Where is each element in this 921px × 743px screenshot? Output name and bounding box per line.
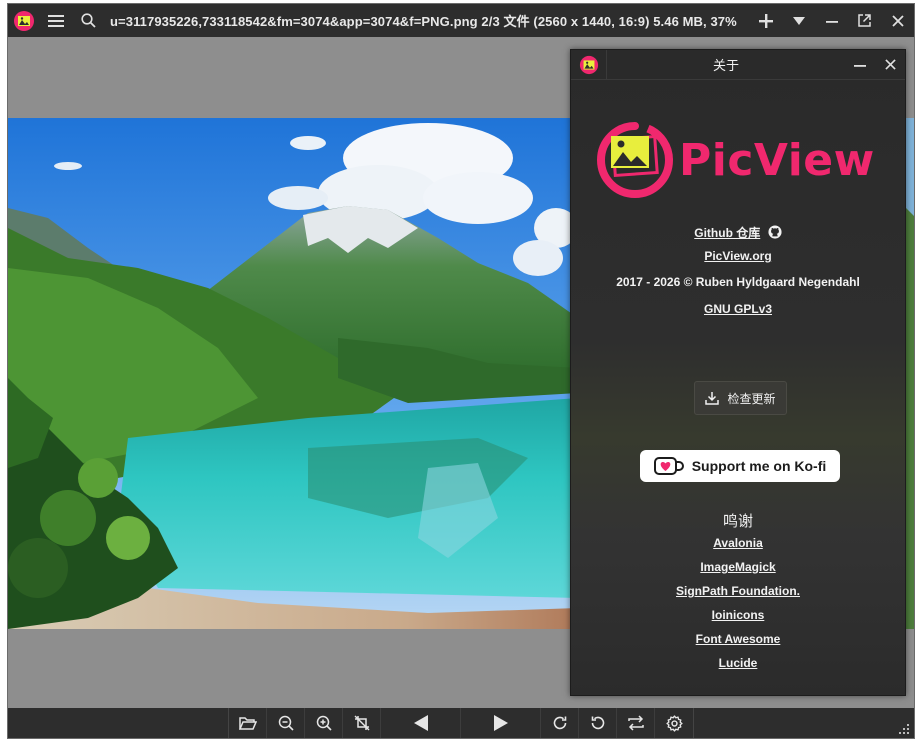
resize-grip-icon[interactable] xyxy=(898,723,910,735)
minimize-icon xyxy=(854,64,866,67)
rotate-left-icon xyxy=(591,716,604,730)
website-link[interactable]: PicView.org xyxy=(704,249,771,263)
kofi-button[interactable]: Support me on Ko-fi xyxy=(640,450,840,482)
app-logo-button[interactable] xyxy=(8,4,40,37)
github-link[interactable]: Github 仓库 xyxy=(694,226,760,240)
license-link-row: GNU GPLv3 xyxy=(571,300,905,318)
search-button[interactable] xyxy=(72,4,104,37)
about-close-button[interactable] xyxy=(875,50,905,80)
next-image-button[interactable] xyxy=(461,708,541,738)
rotate-right-icon xyxy=(553,716,566,730)
previous-arrow-icon xyxy=(413,715,428,731)
credit-row: Font Awesome xyxy=(571,630,905,648)
github-link-row: Github 仓库 xyxy=(571,224,905,242)
credit-row: SignPath Foundation. xyxy=(571,582,905,600)
credit-link-lucide[interactable]: Lucide xyxy=(719,656,758,670)
new-window-button[interactable] xyxy=(749,4,782,37)
credit-link-signpath[interactable]: SignPath Foundation. xyxy=(676,584,800,598)
menu-button[interactable] xyxy=(40,4,72,37)
rotate-right-button[interactable] xyxy=(541,708,579,738)
zoom-in-icon xyxy=(316,715,332,731)
zoom-out-icon xyxy=(278,715,294,731)
close-icon xyxy=(884,59,896,70)
app-logo-icon xyxy=(579,55,598,74)
crop-button[interactable] xyxy=(343,708,381,738)
dropdown-button[interactable] xyxy=(782,4,815,37)
credit-row: Lucide xyxy=(571,654,905,672)
kofi-cup-icon xyxy=(653,457,684,475)
about-minimize-button[interactable] xyxy=(845,50,875,80)
logo-text: PicView xyxy=(679,134,875,186)
previous-image-button[interactable] xyxy=(381,708,461,738)
thanks-title: 鸣谢 xyxy=(722,513,753,530)
copyright-text: 2017 - 2026 © Ruben Hyldgaard Negendahl xyxy=(616,275,860,289)
credit-link-imagemagick[interactable]: ImageMagick xyxy=(700,560,775,574)
flip-button[interactable] xyxy=(617,708,655,738)
credit-link-font-awesome[interactable]: Font Awesome xyxy=(696,632,781,646)
about-dialog: 关于 PicView Github 仓库 PicView.org 2017 - … xyxy=(570,49,906,696)
crop-off-icon xyxy=(354,715,369,731)
title-bar: u=3117935226,733118542&fm=3074&app=3074&… xyxy=(8,4,914,37)
settings-button[interactable] xyxy=(655,708,693,738)
about-dialog-header: 关于 xyxy=(571,49,905,80)
toolbar-group xyxy=(228,708,694,738)
bottom-toolbar xyxy=(8,708,914,738)
fullscreen-button[interactable] xyxy=(848,4,881,37)
flip-icon xyxy=(627,715,644,731)
folder-open-icon xyxy=(238,716,257,730)
minimize-button[interactable] xyxy=(815,4,848,37)
next-arrow-icon xyxy=(493,715,508,731)
dialog-app-icon xyxy=(571,49,607,80)
close-icon xyxy=(891,14,904,27)
kofi-label: Support me on Ko-fi xyxy=(691,458,827,474)
gear-icon xyxy=(665,714,683,732)
app-logo-icon xyxy=(597,122,673,198)
zoom-out-button[interactable] xyxy=(267,708,305,738)
plus-icon xyxy=(758,13,773,28)
menu-icon xyxy=(48,14,64,27)
close-button[interactable] xyxy=(881,4,914,37)
github-icon[interactable] xyxy=(768,225,782,239)
minimize-icon xyxy=(825,20,838,23)
picview-window: u=3117935226,733118542&fm=3074&app=3074&… xyxy=(7,3,915,739)
window-title: u=3117935226,733118542&fm=3074&app=3074&… xyxy=(110,14,737,29)
copyright-row: 2017 - 2026 © Ruben Hyldgaard Negendahl xyxy=(571,273,905,291)
website-link-row: PicView.org xyxy=(571,247,905,265)
app-logo-icon xyxy=(14,10,34,31)
credit-row: ImageMagick xyxy=(571,558,905,576)
zoom-in-button[interactable] xyxy=(305,708,343,738)
license-link[interactable]: GNU GPLv3 xyxy=(704,302,772,316)
external-window-icon xyxy=(858,14,871,27)
credit-link-ioinicons[interactable]: Ioinicons xyxy=(712,608,765,622)
credit-row: Ioinicons xyxy=(571,606,905,624)
picview-logo: PicView xyxy=(597,122,875,198)
title-bar-actions xyxy=(749,4,914,37)
thanks-title-row: 鸣谢 xyxy=(571,510,905,531)
check-update-label: 检查更新 xyxy=(727,391,776,406)
rotate-left-button[interactable] xyxy=(579,708,617,738)
about-dialog-title: 关于 xyxy=(712,58,739,73)
search-icon xyxy=(80,13,96,28)
credit-row: Avalonia xyxy=(571,534,905,552)
download-icon xyxy=(705,392,720,405)
credit-link-avalonia[interactable]: Avalonia xyxy=(713,536,763,550)
check-update-button[interactable]: 检查更新 xyxy=(694,381,787,415)
open-file-button[interactable] xyxy=(229,708,267,738)
chevron-down-icon xyxy=(792,16,805,25)
